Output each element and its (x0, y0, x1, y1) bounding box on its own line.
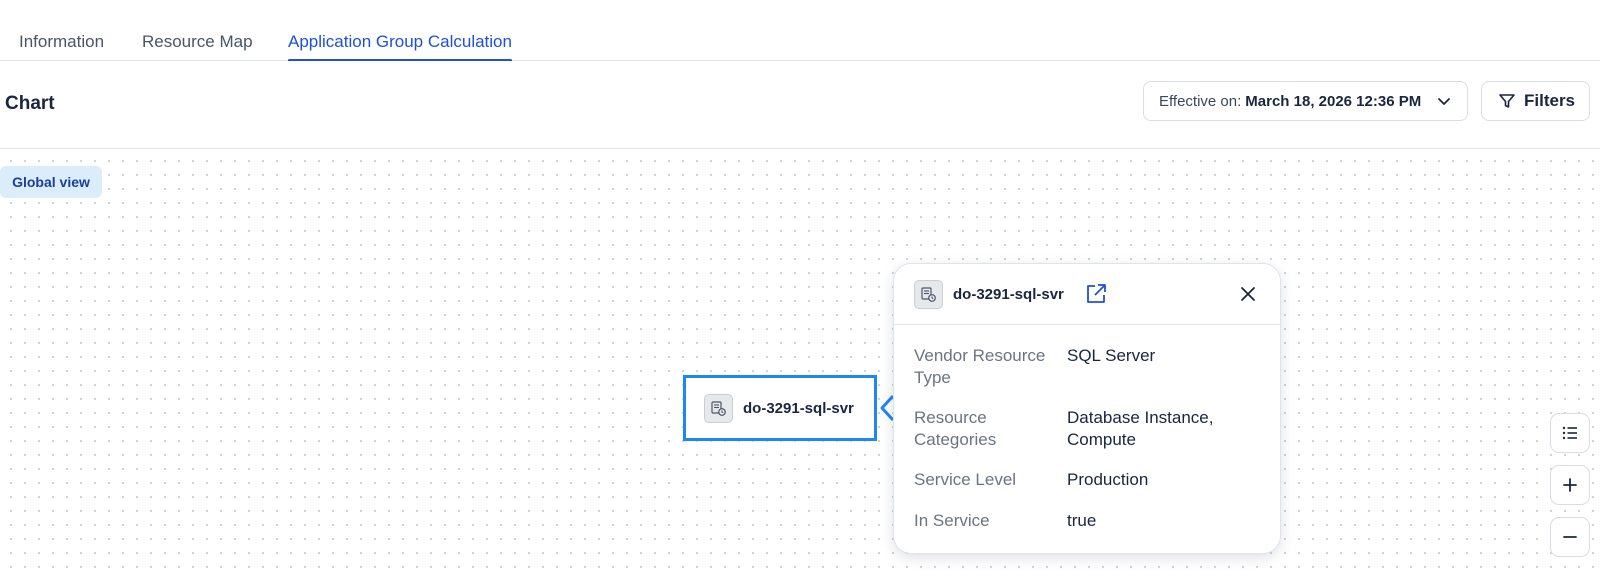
property-label: Resource Categories (914, 408, 997, 449)
resource-node[interactable]: do-3291-sql-svr (683, 375, 877, 441)
tab-information[interactable]: Information (19, 32, 104, 61)
popover-title: do-3291-sql-svr (953, 285, 1064, 303)
property-value: true (1067, 511, 1097, 530)
popover-header: do-3291-sql-svr (894, 264, 1280, 325)
database-server-icon (914, 279, 943, 309)
chart-header: Chart Effective on: March 18, 2026 12:36… (0, 61, 1600, 149)
filters-label: Filters (1524, 91, 1576, 110)
page-title: Chart (5, 93, 55, 114)
resource-details-popover: do-3291-sql-svr Vendor Resource Type SQL… (893, 263, 1281, 554)
node-label: do-3291-sql-svr (743, 399, 854, 417)
external-link-icon[interactable] (1083, 281, 1109, 307)
property-label: Vendor Resource Type (914, 346, 1046, 387)
property-value: Production (1067, 470, 1149, 489)
chevron-down-icon (1438, 98, 1450, 105)
effective-label: Effective on: (1159, 92, 1242, 110)
tab-application-group-calculation[interactable]: Application Group Calculation (288, 32, 512, 62)
tab-resource-map[interactable]: Resource Map (142, 32, 253, 61)
database-server-icon (704, 393, 733, 423)
zoom-out-button[interactable] (1550, 517, 1590, 557)
close-icon[interactable] (1238, 284, 1258, 304)
effective-date-dropdown[interactable]: Effective on: March 18, 2026 12:36 PM (1143, 81, 1468, 121)
zoom-in-icon (1563, 478, 1577, 492)
zoom-in-button[interactable] (1550, 465, 1590, 505)
global-view-badge[interactable]: Global view (0, 166, 102, 198)
graph-canvas[interactable] (0, 150, 1600, 577)
property-value: Database Instance, Compute (1067, 408, 1214, 449)
app-root: Information Resource Map Application Gro… (0, 0, 1600, 577)
property-value: SQL Server (1067, 346, 1156, 365)
zoom-out-icon (1563, 536, 1577, 538)
effective-date-value: March 18, 2026 12:36 PM (1245, 92, 1422, 110)
filter-icon (1499, 94, 1515, 108)
list-icon (1562, 426, 1577, 440)
tab-bar: Information Resource Map Application Gro… (0, 0, 1600, 62)
property-label: In Service (914, 511, 990, 530)
filters-button[interactable]: Filters (1481, 81, 1590, 121)
property-label: Service Level (914, 470, 1017, 489)
list-view-button[interactable] (1550, 413, 1590, 453)
